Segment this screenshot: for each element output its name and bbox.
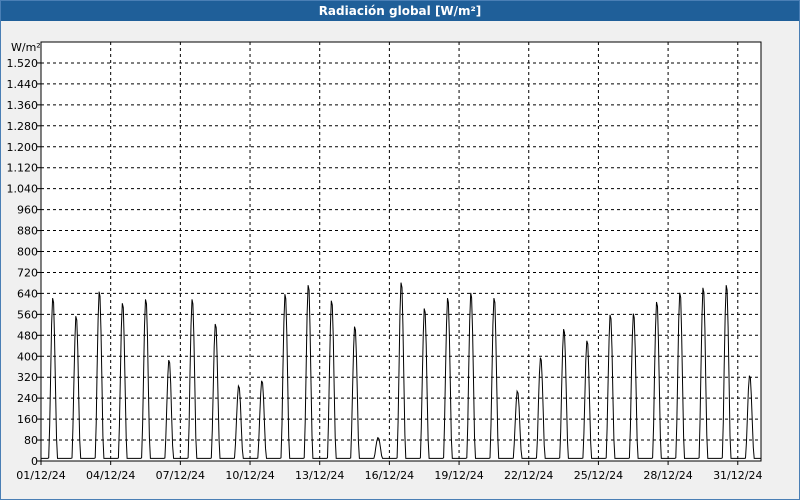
x-tick-label: 01/12/24: [16, 469, 65, 482]
x-axis: 01/12/24 04/12/24 07/12/24 10/12/24 13/12/24…: [16, 461, 762, 482]
y-tick-label: 240: [17, 392, 38, 405]
x-tick-label: 28/12/24: [643, 469, 692, 482]
chart-title: Radiación global [W/m²]: [1, 1, 799, 21]
y-axis-unit-label: W/m²: [11, 41, 41, 54]
y-tick-label: 640: [17, 287, 38, 300]
y-tick-label: 720: [17, 266, 38, 279]
y-tick-label: 800: [17, 246, 38, 259]
x-tick-label: 16/12/24: [365, 469, 414, 482]
y-tick-label: 160: [17, 413, 38, 426]
y-tick-label: 400: [17, 350, 38, 363]
y-tick-label: 320: [17, 371, 38, 384]
x-tick-label: 25/12/24: [574, 469, 623, 482]
y-tick-label: 1.520: [7, 57, 39, 70]
y-tick-label: 1.120: [7, 162, 39, 175]
x-tick-label: 13/12/24: [295, 469, 344, 482]
y-tick-label: 960: [17, 204, 38, 217]
y-tick-label: 1.040: [7, 183, 39, 196]
x-tick-label: 19/12/24: [434, 469, 483, 482]
y-tick-label: 80: [24, 434, 38, 447]
chart-plot: 0 80 160 240 320 400 480 560 640 720 800 880 960 1.04…: [7, 41, 763, 482]
y-axis: 0 80 160 240 320 400 480 560 640 720 800 880 960 1.04…: [7, 57, 41, 468]
y-tick-label: 560: [17, 308, 38, 321]
x-tick-label: 31/12/24: [713, 469, 762, 482]
y-tick-label: 1.360: [7, 99, 39, 112]
x-tick-label: 04/12/24: [86, 469, 135, 482]
x-tick-label: 10/12/24: [225, 469, 274, 482]
y-tick-label: 480: [17, 329, 38, 342]
chart-window: Radiación global [W/m²] 0 80 160 240 320 400 4…: [0, 0, 800, 500]
y-tick-label: 1.440: [7, 78, 39, 91]
y-tick-label: 880: [17, 225, 38, 238]
x-tick-label: 07/12/24: [156, 469, 205, 482]
y-tick-label: 0: [31, 455, 38, 468]
y-tick-label: 1.280: [7, 120, 39, 133]
x-tick-label: 22/12/24: [504, 469, 553, 482]
y-tick-label: 1.200: [7, 141, 39, 154]
